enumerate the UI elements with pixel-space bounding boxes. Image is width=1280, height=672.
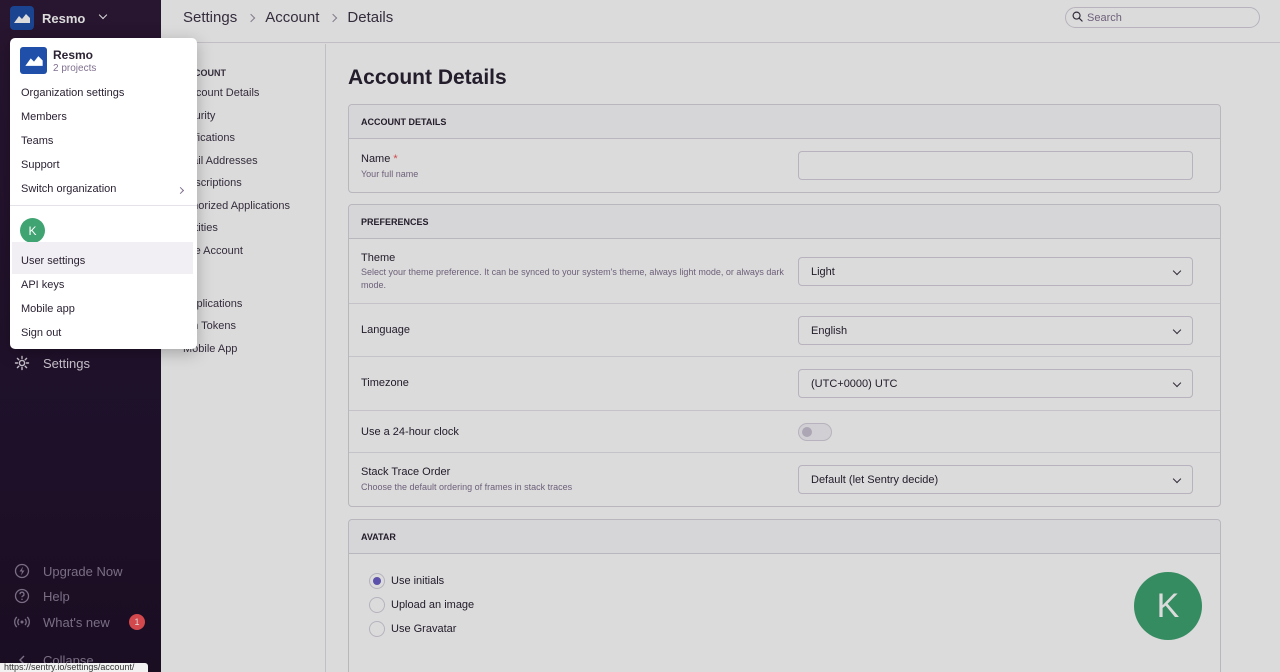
menu-item-mobile-app[interactable]: Mobile app: [21, 303, 75, 315]
menu-item-members[interactable]: Members: [21, 111, 67, 123]
menu-divider: [10, 205, 197, 206]
menu-item-user-settings[interactable]: User settings: [21, 255, 85, 267]
org-dropdown-menu: Resmo 2 projects Organization settings M…: [10, 38, 197, 349]
dropdown-org-projects: 2 projects: [53, 62, 97, 74]
dropdown-org-name: Resmo: [53, 47, 94, 62]
user-avatar: K: [20, 218, 45, 243]
menu-item-support[interactable]: Support: [21, 159, 60, 171]
chevron-right-icon: [176, 186, 185, 195]
menu-item-teams[interactable]: Teams: [21, 135, 53, 147]
status-bar-url: https://sentry.io/settings/account/: [0, 663, 148, 672]
dropdown-org-header: Resmo 2 projects: [20, 47, 96, 74]
menu-item-api-keys[interactable]: API keys: [21, 279, 64, 291]
org-logo-icon: [20, 47, 47, 74]
menu-item-sign-out[interactable]: Sign out: [21, 327, 61, 339]
menu-item-organization-settings[interactable]: Organization settings: [21, 87, 124, 99]
menu-item-switch-organization[interactable]: Switch organization: [21, 183, 116, 195]
